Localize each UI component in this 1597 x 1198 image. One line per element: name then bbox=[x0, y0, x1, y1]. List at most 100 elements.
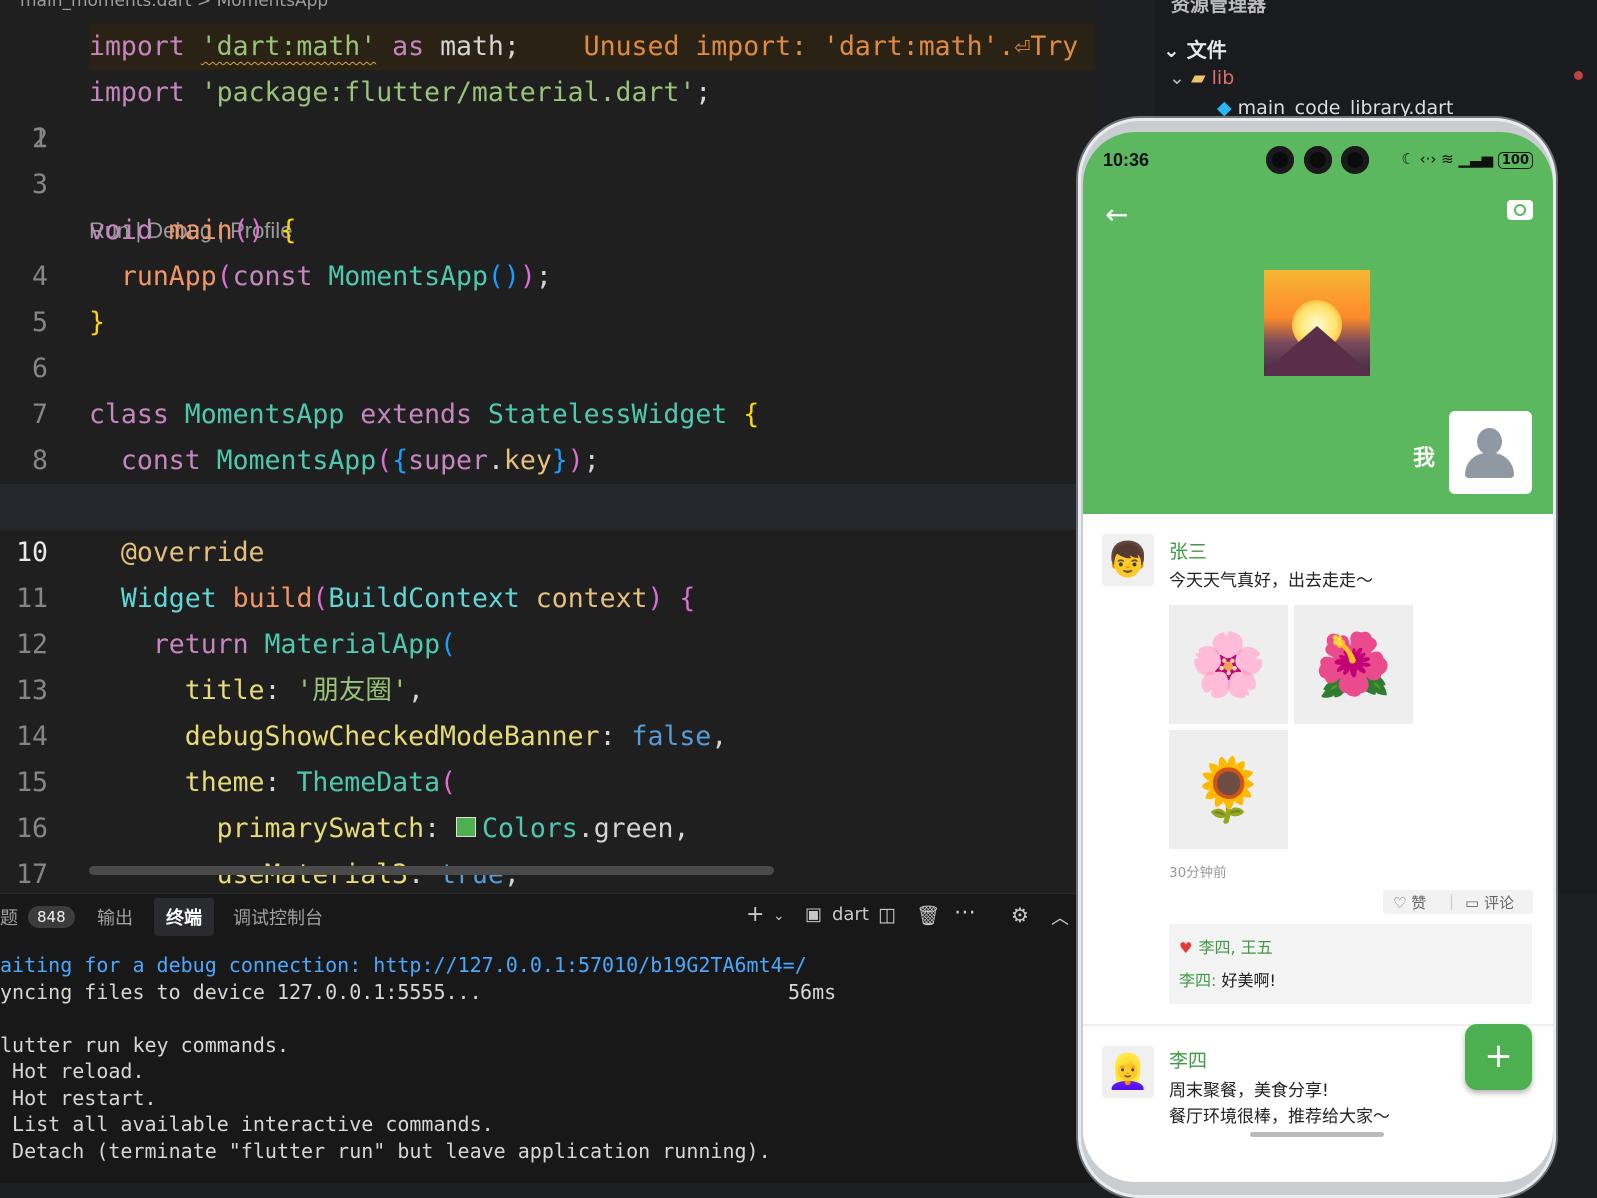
token: super bbox=[408, 445, 488, 476]
token: context bbox=[535, 583, 648, 614]
mountain-icon bbox=[1264, 326, 1370, 376]
tab-terminal[interactable]: 终端 bbox=[154, 898, 214, 936]
likes-names[interactable]: 李四, 王五 bbox=[1198, 938, 1272, 957]
code-line-11[interactable]: 11 @override bbox=[0, 530, 1095, 614]
code-line-13[interactable]: 13 return MaterialApp( bbox=[0, 622, 1095, 706]
post-text: 餐厅环境很棒，推荐给大家～ bbox=[1169, 1107, 1390, 1127]
chevron-up-icon[interactable]: ︿ bbox=[1051, 904, 1069, 930]
token: @override bbox=[120, 537, 265, 568]
code-line-10[interactable]: 10 bbox=[0, 484, 1095, 568]
code-lines[interactable]: 1 import 'dart:math' as math; Unused imp… bbox=[0, 24, 1095, 893]
token: runApp bbox=[120, 261, 217, 292]
post-author[interactable]: 李四 bbox=[1169, 1046, 1207, 1073]
avatar[interactable]: 👦 bbox=[1102, 534, 1154, 586]
token: 'dart:math' bbox=[200, 31, 377, 62]
cover-image[interactable] bbox=[1264, 270, 1370, 376]
code-line-17[interactable]: 17 primarySwatch: Colors.green, bbox=[0, 806, 1095, 890]
post-text: 今天天气真好，出去走走～ bbox=[1169, 571, 1373, 591]
terminal-link[interactable]: http://127.0.0.1:57010/b19G2TA6mt4=/ bbox=[373, 953, 806, 977]
add-post-button[interactable]: + bbox=[1465, 1024, 1532, 1090]
more-icon[interactable]: ··· bbox=[1560, 0, 1579, 10]
camera-lens-icon bbox=[1266, 146, 1294, 174]
comment-button[interactable]: ▭ 评论 bbox=[1465, 892, 1514, 913]
code-line-2[interactable]: 2 import 'package:flutter/material.dart'… bbox=[0, 70, 1095, 154]
post-author[interactable]: 张三 bbox=[1169, 537, 1207, 564]
like-button[interactable]: ♡ 赞 bbox=[1393, 892, 1426, 913]
terminal-line: lutter run key commands. bbox=[0, 1032, 289, 1057]
token: primarySwatch bbox=[216, 813, 425, 844]
terminal-line: Hot reload. bbox=[0, 1059, 145, 1083]
token: main bbox=[168, 215, 233, 246]
avatar[interactable]: 👱‍♀️ bbox=[1102, 1046, 1154, 1098]
token: MaterialApp bbox=[264, 629, 441, 660]
code-line-7[interactable]: 7 bbox=[0, 346, 1095, 430]
post-time: 30分钟前 bbox=[1169, 865, 1227, 881]
my-avatar[interactable] bbox=[1449, 411, 1532, 494]
token: import bbox=[89, 31, 185, 62]
chevron-down-icon[interactable]: ⌄ bbox=[773, 908, 785, 924]
tab-debug-console[interactable]: 调试控制台 bbox=[233, 904, 323, 930]
panel-tabs: 题 848 输出 终端 调试控制台 + ⌄ ▣ dart ◫ 🗑 ⋯ ⚙ ︿ bbox=[0, 894, 1095, 940]
token: MomentsApp bbox=[216, 445, 377, 476]
bottom-panel: 题 848 输出 终端 调试控制台 + ⌄ ▣ dart ◫ 🗑 ⋯ ⚙ ︿ a… bbox=[0, 893, 1095, 1183]
color-swatch-icon[interactable] bbox=[455, 816, 476, 837]
my-name: 我 bbox=[1413, 446, 1436, 471]
post-image[interactable]: 🌺 bbox=[1294, 605, 1413, 724]
code-line-14[interactable]: 14 title: '朋友圈', bbox=[0, 668, 1095, 752]
comment-row[interactable]: 李四: 好美啊! bbox=[1179, 967, 1276, 991]
horizontal-scrollbar[interactable] bbox=[89, 866, 774, 875]
explorer-title: 资源管理器 bbox=[1171, 0, 1267, 16]
code-line-9[interactable]: 9 const MomentsApp({super.key}); bbox=[0, 438, 1095, 522]
comment-icon: ▭ bbox=[1465, 894, 1480, 912]
token: MomentsApp bbox=[184, 399, 345, 430]
token: '朋友圈' bbox=[296, 675, 408, 706]
terminal-icon[interactable]: ▣ bbox=[805, 904, 822, 925]
file-item[interactable]: ◆ main_code_library.dart bbox=[1217, 97, 1453, 119]
code-line-5[interactable]: 5 runApp(const MomentsApp()); bbox=[0, 254, 1095, 338]
code-line-12[interactable]: 12 Widget build(BuildContext context) { bbox=[0, 576, 1095, 660]
phone-screen: 10:36 ☾ ‹·› ≋ ▁▃▅ 100 ← 我 👦 张三 今天天气真好，出去… bbox=[1083, 132, 1553, 1182]
inline-warning[interactable]: Unused import: 'dart:math'.⏎Try re bbox=[584, 31, 1095, 62]
breadcrumb[interactable]: main_moments.dart > MomentsApp bbox=[20, 0, 328, 11]
camera-lens-icon bbox=[1341, 146, 1369, 174]
token: debugShowCheckedModeBanner bbox=[184, 721, 600, 752]
code-line-4[interactable]: 4 void main() { bbox=[0, 208, 1095, 292]
add-terminal-icon[interactable]: + bbox=[746, 902, 764, 927]
code-line-8[interactable]: 8 class MomentsApp extends StatelessWidg… bbox=[0, 392, 1095, 476]
code-line-6[interactable]: 6 } bbox=[0, 300, 1095, 384]
token: false bbox=[631, 721, 712, 752]
token: 'package:flutter/material.dart' bbox=[200, 77, 696, 108]
settings-sliders-icon[interactable]: ⚙ bbox=[1011, 903, 1029, 927]
likes-row: ♥ 李四, 王五 bbox=[1179, 934, 1273, 958]
code-editor[interactable]: main_moments.dart > MomentsApp 1 import … bbox=[0, 0, 1095, 893]
tab-problems[interactable]: 题 bbox=[0, 904, 18, 930]
explorer-section-files[interactable]: ⌄ 文件 bbox=[1163, 34, 1227, 63]
post-image[interactable]: 🌸 bbox=[1169, 605, 1288, 724]
token: title bbox=[184, 675, 265, 706]
home-indicator[interactable] bbox=[1250, 1132, 1384, 1137]
comment-author[interactable]: 李四: bbox=[1179, 971, 1216, 990]
moments-header: 10:36 ☾ ‹·› ≋ ▁▃▅ 100 ← 我 bbox=[1083, 132, 1553, 514]
code-line-3[interactable]: 3 bbox=[0, 116, 1095, 200]
split-terminal-icon[interactable]: ◫ bbox=[878, 904, 896, 926]
code-line-16[interactable]: 16 theme: ThemeData( bbox=[0, 760, 1095, 844]
post-image[interactable]: 🌻 bbox=[1169, 730, 1288, 849]
tab-output[interactable]: 输出 bbox=[97, 904, 133, 930]
camera-icon[interactable] bbox=[1507, 200, 1533, 220]
more-icon[interactable]: ⋯ bbox=[954, 900, 976, 925]
code-line-15[interactable]: 15 debugShowCheckedModeBanner: false, bbox=[0, 714, 1095, 798]
back-arrow-icon[interactable]: ← bbox=[1105, 198, 1128, 231]
code-line-1[interactable]: 1 import 'dart:math' as math; Unused imp… bbox=[0, 24, 1095, 154]
problems-count-badge: 848 bbox=[28, 906, 75, 928]
status-bar: 10:36 ☾ ‹·› ≋ ▁▃▅ 100 bbox=[1103, 146, 1533, 174]
terminal-line: List all available interactive commands. bbox=[0, 1112, 494, 1136]
trash-icon[interactable]: 🗑 bbox=[916, 904, 940, 927]
post-text: 周末聚餐，美食分享! bbox=[1169, 1081, 1329, 1101]
terminal-kind-label[interactable]: dart bbox=[832, 904, 869, 925]
likes-comments-box: ♥ 李四, 王五 李四: 好美啊! bbox=[1169, 924, 1532, 1004]
terminal-output[interactable]: aiting for a debug connection: http://12… bbox=[0, 952, 836, 1164]
token: green bbox=[593, 813, 674, 844]
token: as bbox=[392, 31, 425, 62]
folder-lib[interactable]: ⌄ ▰ lib bbox=[1169, 67, 1234, 89]
dart-file-icon: ◆ bbox=[1217, 97, 1232, 119]
